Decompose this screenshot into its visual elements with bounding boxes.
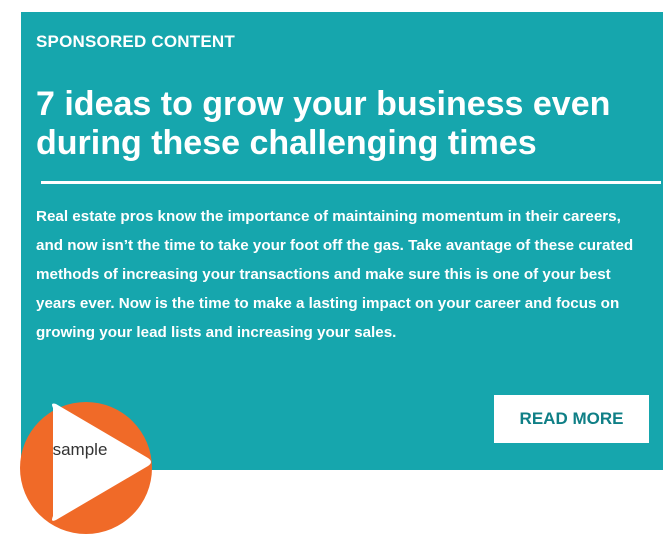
divider	[41, 181, 661, 184]
sample-play-badge[interactable]: sample	[20, 388, 155, 535]
sponsored-label: SPONSORED CONTENT	[36, 32, 235, 51]
read-more-button[interactable]: READ MORE	[494, 395, 649, 443]
ad-body-text: Real estate pros know the importance of …	[36, 208, 634, 341]
ad-headline: 7 ideas to grow your business even durin…	[36, 85, 611, 162]
play-icon	[20, 402, 152, 534]
sample-label: sample	[52, 440, 108, 459]
